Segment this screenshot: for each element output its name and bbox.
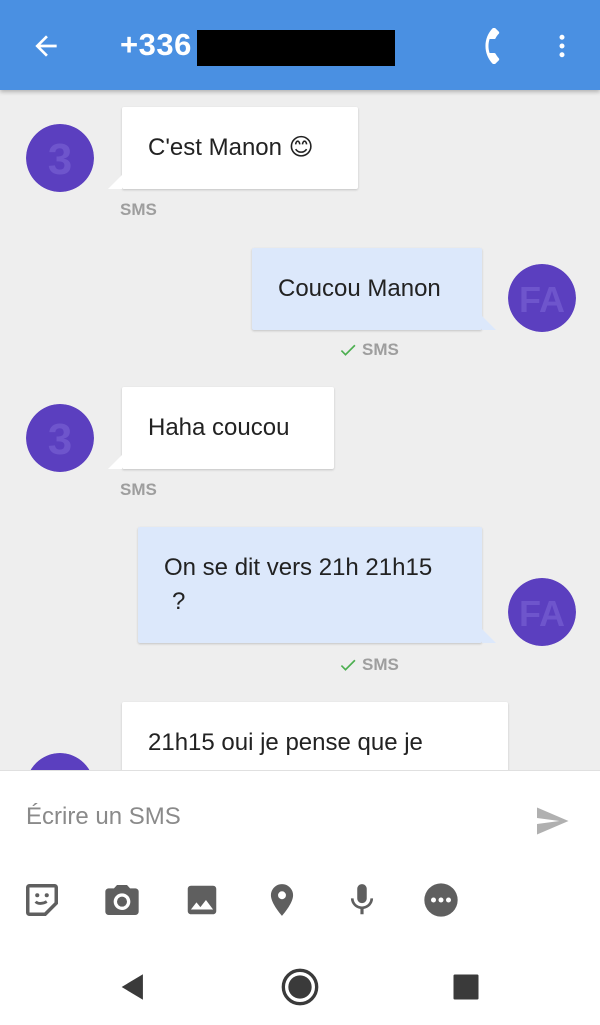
- message-text: Coucou Manon: [278, 275, 441, 302]
- svg-text:FA: FA: [519, 279, 565, 320]
- camera-button[interactable]: [98, 876, 146, 924]
- message-text: 21h15 oui je pense que je: [148, 729, 423, 756]
- message-bubble[interactable]: 21h15 oui je pense que je: [122, 702, 508, 770]
- nav-back-icon: [121, 974, 143, 1000]
- user-avatar[interactable]: FA: [508, 578, 576, 646]
- contact-number: +336: [120, 27, 192, 62]
- contact-avatar[interactable]: 3: [26, 404, 94, 472]
- more-options-button[interactable]: [417, 876, 465, 924]
- message-status: SMS: [120, 200, 157, 219]
- message-status: SMS: [120, 480, 157, 499]
- sticker-button[interactable]: [18, 876, 66, 924]
- svg-text:3: 3: [48, 415, 72, 464]
- sticker-icon: [26, 884, 58, 916]
- send-button[interactable]: [528, 797, 576, 845]
- message-thread[interactable]: 3 C'est Manon 😊 SMS Coucou Manon FA SMS …: [0, 90, 600, 770]
- message-text: Haha coucou: [148, 414, 290, 441]
- system-nav-bar: [0, 940, 600, 1024]
- nav-home-icon: [281, 968, 319, 1006]
- message-text-line: ?: [172, 588, 186, 615]
- message-text-line: On se dit vers 21h 21h15: [164, 554, 433, 581]
- nav-recents-icon: [453, 974, 479, 1000]
- overflow-menu-button[interactable]: [540, 22, 584, 70]
- message-bubble[interactable]: C'est Manon 😊: [108, 107, 358, 189]
- more-horiz-circle-icon: [424, 883, 458, 917]
- message-status: SMS: [338, 340, 399, 360]
- camera-icon: [105, 885, 139, 915]
- nav-home-button[interactable]: [275, 962, 325, 1012]
- image-icon: [187, 885, 217, 915]
- send-icon: [537, 807, 569, 835]
- check-icon: [340, 344, 356, 356]
- redacted-number-block: [197, 30, 395, 66]
- microphone-icon: [350, 884, 374, 915]
- call-button[interactable]: [470, 22, 518, 70]
- user-avatar[interactable]: FA: [508, 264, 576, 332]
- location-pin-icon: [270, 884, 294, 916]
- nav-recents-button[interactable]: [441, 962, 491, 1012]
- svg-text:3: 3: [48, 135, 72, 184]
- more-vert-icon: [559, 34, 565, 58]
- message-bubble[interactable]: Coucou Manon: [252, 248, 496, 330]
- sms-input[interactable]: Écrire un SMS: [26, 803, 181, 831]
- message-text: C'est Manon 😊: [148, 134, 314, 161]
- contact-avatar[interactable]: 3: [26, 753, 94, 770]
- gallery-button[interactable]: [178, 876, 226, 924]
- svg-text:FA: FA: [519, 593, 565, 634]
- check-icon: [340, 659, 356, 671]
- back-button[interactable]: [22, 22, 70, 70]
- arrow-left-icon: [35, 35, 57, 57]
- voice-button[interactable]: [338, 876, 386, 924]
- nav-back-button[interactable]: [108, 962, 158, 1012]
- location-button[interactable]: [258, 876, 306, 924]
- message-bubble[interactable]: Haha coucou: [108, 387, 334, 469]
- contact-avatar[interactable]: 3: [26, 124, 94, 192]
- phone-icon: [485, 28, 500, 64]
- message-status: SMS: [338, 655, 399, 675]
- message-bubble[interactable]: On se dit vers 21h 21h15 ?: [138, 527, 496, 643]
- app-bar: +336: [0, 0, 600, 90]
